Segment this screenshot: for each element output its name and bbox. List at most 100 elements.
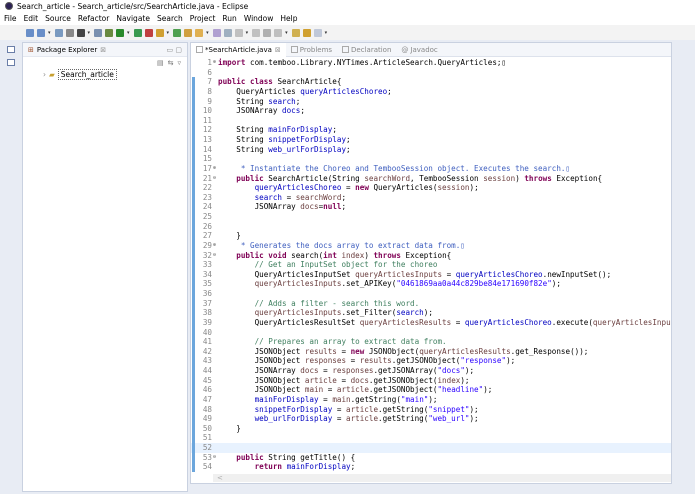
code-line[interactable]: 26	[191, 221, 671, 232]
fold-marker-icon[interactable]	[213, 68, 218, 78]
fold-marker-icon[interactable]	[213, 443, 218, 453]
code-line[interactable]: 39 QueryArticlesResultSet queryArticlesR…	[191, 317, 671, 328]
code-line[interactable]: 51	[191, 433, 671, 443]
menu-source[interactable]: Source	[45, 14, 71, 23]
fold-marker-icon[interactable]	[213, 222, 218, 232]
chevron-right-icon[interactable]: ›	[43, 70, 46, 79]
code-line[interactable]: 46 JSONObject main = article .getJSONObje…	[191, 385, 671, 395]
code-line[interactable]: 48 snippetForDisplay = article .getString…	[191, 404, 671, 415]
view-menu-icon[interactable]: ▿	[177, 59, 181, 67]
tab-javadoc[interactable]: @ Javadoc	[396, 43, 442, 57]
menu-window[interactable]: Window	[244, 14, 274, 23]
restore-icon[interactable]	[7, 46, 15, 53]
code-line[interactable]: 27 }	[191, 231, 671, 241]
code-line[interactable]: 15	[191, 154, 671, 164]
code-line[interactable]: 52	[191, 443, 671, 453]
code-line[interactable]: 53 ⊖ public String getTitle() {	[191, 452, 671, 463]
code-line[interactable]: 45 JSONObject article = docs .getJSONObje…	[191, 375, 671, 386]
code-line[interactable]: 22 queryArticlesChoreo = new QueryArticl…	[191, 183, 671, 193]
toolbar-button-icon[interactable]	[195, 28, 204, 37]
toolbar-button-icon[interactable]	[26, 28, 34, 37]
menu-help[interactable]: Help	[280, 14, 297, 23]
link-editor-icon[interactable]: ⇆	[168, 59, 174, 67]
code-line[interactable]: 47 mainForDisplay = main .getString("main…	[191, 394, 671, 405]
view-icon[interactable]	[7, 59, 15, 66]
code-line[interactable]: 41 // Prepares an array to extract data …	[191, 337, 671, 347]
toolbar-button-icon[interactable]	[252, 28, 261, 37]
toolbar-button-icon[interactable]	[274, 28, 283, 37]
tree-item-project[interactable]: › ▰ Search_article	[23, 69, 187, 80]
code-line[interactable]: 10 JSONArray docs;	[191, 106, 671, 116]
toolbar-button-icon[interactable]	[133, 28, 142, 37]
toolbar-button-icon[interactable]	[76, 28, 85, 37]
toolbar-button-icon[interactable]	[173, 28, 182, 37]
dropdown-arrow-icon[interactable]: ▾	[167, 30, 170, 36]
menu-search[interactable]: Search	[157, 14, 183, 23]
code-line[interactable]: 49 web_urlForDisplay = article .getString…	[191, 414, 671, 424]
code-line[interactable]: 9 String search;	[191, 96, 671, 107]
toolbar-button-icon[interactable]	[54, 28, 63, 37]
close-icon[interactable]: ⊠	[275, 46, 281, 54]
code-line[interactable]: 21 ⊖ public SearchArticle(String searchWo…	[191, 173, 671, 184]
fold-marker-icon[interactable]	[213, 116, 218, 126]
toolbar-button-icon[interactable]	[65, 28, 74, 37]
dropdown-arrow-icon[interactable]: ▾	[48, 30, 51, 36]
toolbar-button-icon[interactable]	[116, 28, 125, 37]
toolbar-button-icon[interactable]	[263, 28, 272, 37]
code-line[interactable]: 1 ⊕ import com.temboo.Library.NYTimes.Arti…	[191, 58, 671, 68]
minimize-maximize-icons[interactable]: ▭ ▢	[167, 46, 182, 54]
dropdown-arrow-icon[interactable]: ▾	[206, 30, 209, 36]
code-line[interactable]: 14 String web_urlForDisplay;	[191, 144, 671, 155]
toolbar-button-icon[interactable]	[223, 28, 232, 37]
code-line[interactable]: 8 QueryArticles queryArticlesChoreo;	[191, 86, 671, 97]
dropdown-arrow-icon[interactable]: ▾	[88, 30, 91, 36]
toolbar-button-icon[interactable]	[37, 28, 45, 37]
toolbar-button-icon[interactable]	[105, 28, 114, 37]
tab-problems[interactable]: Problems	[286, 43, 337, 57]
fold-marker-icon[interactable]	[213, 289, 218, 299]
horizontal-scrollbar[interactable]: <	[213, 474, 671, 482]
code-line[interactable]: 13 String snippetForDisplay;	[191, 135, 671, 145]
code-line[interactable]: 25	[191, 212, 671, 222]
toolbar-button-icon[interactable]	[212, 28, 221, 37]
code-line[interactable]: 36	[191, 289, 671, 299]
toolbar-button-icon[interactable]	[234, 28, 243, 37]
code-line[interactable]: 54 return mainForDisplay;	[191, 462, 671, 472]
dropdown-arrow-icon[interactable]: ▾	[127, 30, 130, 36]
toolbar-button-icon[interactable]	[144, 28, 153, 37]
code-line[interactable]: 17 ⊕ * Instantiate the Choreo and TembooS…	[191, 163, 671, 174]
menu-project[interactable]: Project	[190, 14, 216, 23]
code-line[interactable]: 44 JSONArray docs = responses .getJSONArr…	[191, 366, 671, 376]
code-line[interactable]: 23 search = searchWord;	[191, 192, 671, 203]
tab-declaration[interactable]: Declaration	[337, 43, 396, 57]
code-line[interactable]: 34 QueryArticlesInputSet queryArticlesIn…	[191, 269, 671, 280]
code-line[interactable]: 6	[191, 68, 671, 78]
menu-refactor[interactable]: Refactor	[78, 14, 109, 23]
code-line[interactable]: 40	[191, 327, 671, 338]
menu-file[interactable]: File	[4, 14, 17, 23]
dropdown-arrow-icon[interactable]: ▾	[325, 30, 328, 36]
code-line[interactable]: 33 // Get an InputSet object for the cho…	[191, 260, 671, 270]
toolbar-button-icon[interactable]	[302, 28, 311, 37]
close-icon[interactable]: ⊠	[100, 46, 106, 54]
fold-marker-icon[interactable]	[213, 328, 218, 338]
code-line[interactable]: 43 JSONObject responses = results .getJSO…	[191, 356, 671, 366]
tab-searcharticle-java[interactable]: *SearchArticle.java ⊠	[191, 42, 286, 57]
toolbar-button-icon[interactable]	[291, 28, 300, 37]
code-line[interactable]: 29 ⊕ * Generates the docs array to extrac…	[191, 240, 671, 251]
toolbar-button-icon[interactable]	[313, 28, 322, 37]
fold-marker-icon[interactable]	[213, 433, 218, 443]
code-line[interactable]: 12 String mainForDisplay;	[191, 125, 671, 135]
toolbar-button-icon[interactable]	[184, 28, 193, 37]
fold-marker-icon[interactable]	[213, 212, 218, 222]
dropdown-arrow-icon[interactable]: ▾	[285, 30, 288, 36]
package-explorer-title[interactable]: Package Explorer	[37, 46, 97, 54]
code-line[interactable]: 24 JSONArray docs = null;	[191, 202, 671, 212]
code-line[interactable]: 11	[191, 115, 671, 126]
code-line[interactable]: 42 JSONObject results = new JSONObject(q…	[191, 346, 671, 357]
code-line[interactable]: 50 }	[191, 423, 671, 434]
code-line[interactable]: 37 // Adds a filter - search this word.	[191, 298, 671, 309]
code-line[interactable]: 38 queryArticlesInputs .set_Filter(search…	[191, 308, 671, 318]
menu-edit[interactable]: Edit	[24, 14, 39, 23]
toolbar-button-icon[interactable]	[155, 28, 164, 37]
